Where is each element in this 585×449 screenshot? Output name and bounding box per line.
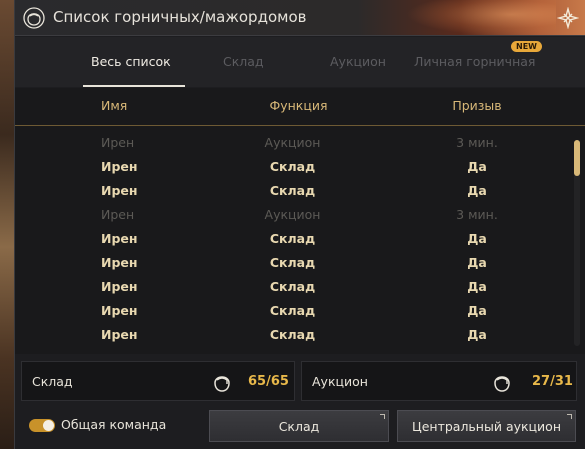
window-header[interactable]: Список горничных/мажордомов [15, 0, 585, 36]
new-badge: NEW [511, 41, 542, 52]
table-row[interactable]: Ирен Склад Да [15, 228, 570, 252]
corner-expand-icon [567, 414, 572, 419]
maid-summon-cell: Да [467, 303, 487, 318]
table-row[interactable]: Ирен Склад Да [15, 276, 570, 300]
maid-table: Имя Функция Призыв Ирен Аукцион 3 мин. Ирен… [15, 88, 585, 354]
maid-summon-cell: 3 мин. [456, 135, 498, 150]
table-row[interactable]: Ирен Склад Да [15, 324, 570, 348]
maid-head-icon [23, 7, 45, 29]
table-row[interactable]: Ирен Аукцион 3 мин. [15, 204, 570, 228]
central-auction-button-label: Центральный аукцион [412, 418, 561, 434]
auction-count-panel: Аукцион 27/31 [301, 361, 577, 401]
maid-summon-cell: Да [467, 231, 487, 246]
toggle-knob [43, 420, 54, 431]
shared-team-label: Общая команда [61, 417, 167, 432]
central-auction-button[interactable]: Центральный аукцион [397, 410, 576, 442]
header-cloud-decoration [406, 0, 556, 36]
table-row[interactable]: Ирен Склад Да [15, 300, 570, 324]
tab-all-list[interactable]: Весь список [91, 54, 171, 69]
table-body: Ирен Аукцион 3 мин. Ирен Склад Да Ирен Склад Да И… [15, 132, 570, 348]
maid-summon-cell: Да [467, 327, 487, 342]
scrollbar-thumb[interactable] [574, 140, 580, 176]
column-header-summon: Призыв [452, 98, 502, 113]
active-tab-underline [83, 85, 185, 87]
maid-summon-cell: Да [467, 279, 487, 294]
storage-button-label: Склад [278, 418, 320, 434]
maid-summon-cell: Да [467, 183, 487, 198]
storage-count-panel: Склад 65/65 [21, 361, 295, 401]
close-ornament-icon [557, 7, 579, 29]
window-title: Список горничных/мажордомов [53, 8, 307, 26]
corner-expand-icon [380, 414, 385, 419]
maid-head-icon [494, 376, 510, 392]
storage-count-label: Склад [32, 374, 73, 389]
storage-count-value: 65/65 [248, 374, 289, 389]
maid-summon-cell: 3 мин. [456, 207, 498, 222]
background-scenery-left [0, 0, 14, 449]
maid-summon-cell: Да [467, 255, 487, 270]
maid-head-icon [214, 376, 230, 392]
storage-button[interactable]: Склад [209, 410, 389, 442]
maid-list-window: Список горничных/мажордомов Весь список … [14, 0, 585, 449]
auction-count-value: 27/31 [532, 374, 573, 389]
tab-auction[interactable]: Аукцион [330, 54, 386, 69]
tab-bar: Весь список Склад Аукцион Личная горничн… [15, 37, 585, 87]
auction-count-label: Аукцион [312, 374, 368, 389]
shared-team-toggle[interactable] [29, 419, 55, 432]
maid-summon-cell: Да [467, 159, 487, 174]
table-row[interactable]: Ирен Аукцион 3 мин. [15, 132, 570, 156]
table-row[interactable]: Ирен Склад Да [15, 252, 570, 276]
tab-storage[interactable]: Склад [223, 54, 264, 69]
table-row[interactable]: Ирен Склад Да [15, 180, 570, 204]
table-row[interactable]: Ирен Склад Да [15, 156, 570, 180]
tab-personal-maid[interactable]: Личная горничная [414, 54, 535, 69]
table-header: Имя Функция Призыв [15, 88, 585, 126]
close-button[interactable] [556, 6, 580, 30]
